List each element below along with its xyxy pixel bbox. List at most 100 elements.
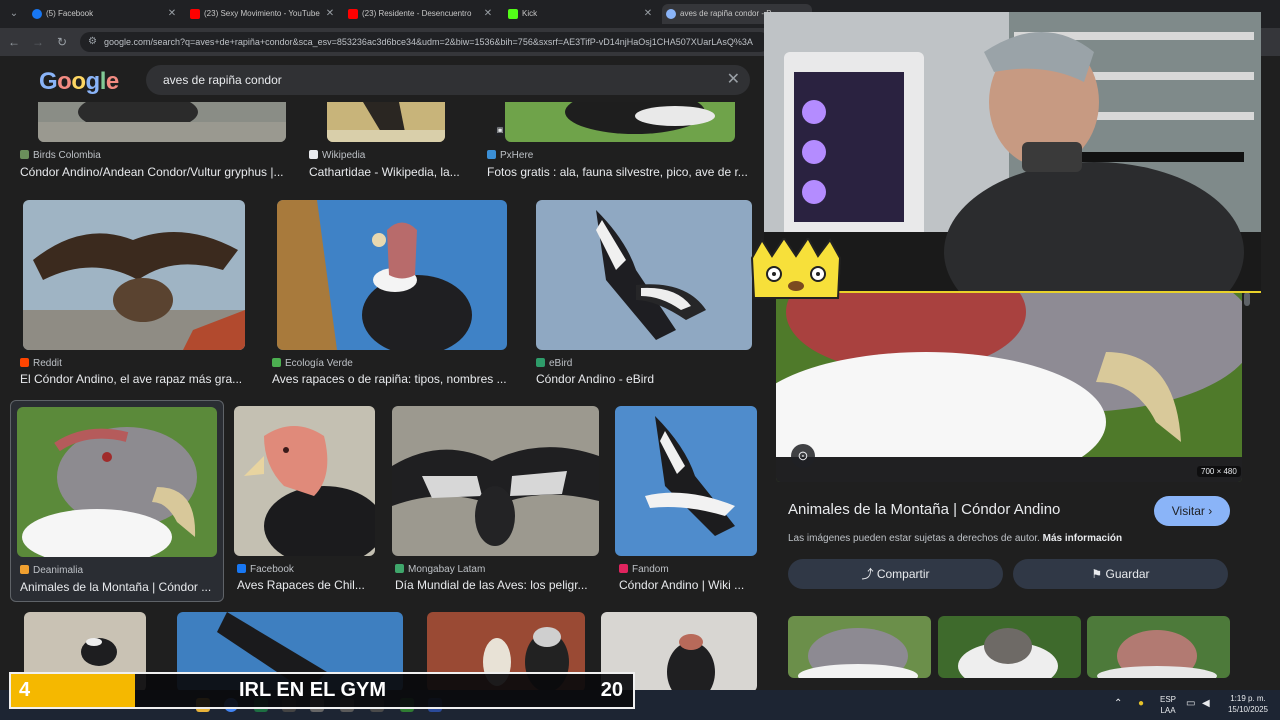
google-logo[interactable]: Google <box>39 68 119 96</box>
tab-search-icon[interactable]: ⌄ <box>6 6 22 22</box>
result-image[interactable] <box>536 200 752 350</box>
result-image[interactable] <box>327 102 445 142</box>
source-favicon <box>20 565 29 574</box>
ebird-icon <box>536 358 545 367</box>
site-info-icon[interactable]: ⚙ <box>88 32 97 52</box>
related-image[interactable] <box>788 616 931 678</box>
image-dimensions: 700 × 480 <box>1197 466 1241 477</box>
result-card[interactable]: eBird Cóndor Andino - eBird <box>536 200 758 390</box>
result-image[interactable] <box>17 407 217 557</box>
save-label: Guardar <box>1105 567 1150 581</box>
search-input[interactable]: aves de rapiña condor ✕ <box>146 65 750 95</box>
result-title[interactable]: Aves rapaces o de rapiña: tipos, nombres… <box>272 372 512 386</box>
goal-count: 4 <box>19 679 31 701</box>
result-source: Deanimalia <box>20 565 83 576</box>
result-card[interactable]: Ecología Verde Aves rapaces o de rapiña:… <box>272 200 518 390</box>
language-indicator[interactable]: ESP LAA <box>1158 694 1178 716</box>
tab-label: (5) Facebook <box>46 9 94 18</box>
goal-progress-fill: 4 <box>11 674 135 707</box>
result-source: eBird <box>536 358 572 369</box>
result-source: Facebook <box>237 564 294 575</box>
close-tab-icon[interactable]: ✕ <box>482 4 494 24</box>
preview-image[interactable] <box>776 292 1242 482</box>
kick-icon <box>508 9 518 19</box>
tab-youtube-2[interactable]: (23) Residente - Desencuentro ✕ <box>344 4 496 24</box>
result-title[interactable]: El Cóndor Andino, el ave rapaz más gra..… <box>20 372 246 386</box>
lens-search-icon[interactable]: ⊙ <box>791 444 815 468</box>
tab-label: (23) Residente - Desencuentro <box>362 9 472 18</box>
microphone-icon[interactable]: ● <box>1138 698 1144 709</box>
result-card[interactable]: Mongabay Latam Día Mundial de las Aves: … <box>392 406 605 596</box>
video-badge-icon: ▣ <box>495 126 505 136</box>
result-card[interactable]: Fandom Cóndor Andino | Wiki ... <box>615 406 759 596</box>
result-image[interactable] <box>615 406 757 556</box>
visit-label: Visitar <box>1171 504 1205 518</box>
facebook-icon <box>32 9 42 19</box>
result-image[interactable] <box>277 200 507 350</box>
result-card[interactable]: Reddit El Cóndor Andino, el ave rapaz má… <box>20 200 266 390</box>
forward-arrow-icon[interactable]: → <box>30 34 46 50</box>
result-title[interactable]: Fotos gratis : ala, fauna silvestre, pic… <box>487 165 753 179</box>
preview-title[interactable]: Animales de la Montaña | Cóndor Andino <box>788 501 1060 518</box>
volume-icon[interactable]: ◀ <box>1202 698 1210 709</box>
result-image[interactable] <box>505 102 735 142</box>
save-button[interactable]: ⚑ Guardar <box>1013 559 1228 589</box>
related-image[interactable] <box>938 616 1081 678</box>
close-tab-icon[interactable]: ✕ <box>324 4 336 24</box>
result-card[interactable]: Birds Colombia Cóndor Andino/Andean Cond… <box>20 102 286 182</box>
share-button[interactable]: ⤴ Compartir <box>788 559 1003 589</box>
reload-icon[interactable]: ↻ <box>54 34 70 50</box>
system-clock[interactable]: 1:19 p. m. 15/10/2025 <box>1222 693 1274 715</box>
google-icon <box>666 9 676 19</box>
wikipedia-icon <box>309 150 318 159</box>
google-header: Google aves de rapiña condor ✕ <box>0 56 765 102</box>
url-field[interactable]: ⚙ google.com/search?q=aves+de+rapiña+con… <box>80 32 770 52</box>
bookmark-icon: ⚑ <box>1091 567 1103 581</box>
related-image[interactable] <box>1087 616 1230 678</box>
share-label: Compartir <box>876 567 930 581</box>
result-card-selected[interactable]: Deanimalia Animales de la Montaña | Cónd… <box>10 400 224 602</box>
result-image[interactable] <box>234 406 375 556</box>
result-image[interactable] <box>392 406 599 556</box>
result-title[interactable]: Cóndor Andino - eBird <box>536 372 752 386</box>
image-results-grid: Birds Colombia Cóndor Andino/Andean Cond… <box>0 102 765 690</box>
tab-kick[interactable]: Kick ✕ <box>504 4 656 24</box>
result-title[interactable]: Cóndor Andino | Wiki ... <box>619 578 755 592</box>
more-info-link[interactable]: Más información <box>1043 533 1122 544</box>
tab-label: (23) Sexy Movimiento - YouTube <box>204 9 320 18</box>
result-card[interactable]: Facebook Aves Rapaces de Chil... <box>234 406 385 596</box>
result-source: Ecología Verde <box>272 358 353 369</box>
result-image[interactable] <box>38 102 286 142</box>
result-title[interactable]: Aves Rapaces de Chil... <box>237 578 375 592</box>
clear-search-icon[interactable]: ✕ <box>727 65 740 95</box>
result-card[interactable]: Wikipedia Cathartidae - Wikipedia, la... <box>309 102 469 182</box>
visit-button[interactable]: Visitar › <box>1154 496 1230 526</box>
back-arrow-icon[interactable]: ← <box>6 34 22 50</box>
result-title[interactable]: Cóndor Andino/Andean Condor/Vultur gryph… <box>20 165 286 179</box>
result-title[interactable]: Animales de la Montaña | Cóndor ... <box>20 580 220 594</box>
clock-time: 1:19 p. m. <box>1230 694 1266 703</box>
result-card[interactable]: ▣ PxHere Fotos gratis : ala, fauna silve… <box>487 102 755 182</box>
keyboard-layout: LAA <box>1160 706 1176 715</box>
tab-facebook[interactable]: (5) Facebook ✕ <box>28 4 180 24</box>
result-image[interactable] <box>23 200 245 350</box>
close-tab-icon[interactable]: ✕ <box>166 4 178 24</box>
tab-label: Kick <box>522 9 538 18</box>
tab-youtube-1[interactable]: (23) Sexy Movimiento - YouTube ✕ <box>186 4 338 24</box>
url-text: google.com/search?q=aves+de+rapiña+condo… <box>104 37 753 47</box>
result-title[interactable]: Cathartidae - Wikipedia, la... <box>309 165 469 179</box>
source-favicon <box>272 358 281 367</box>
share-icon: ⤴ <box>861 567 874 581</box>
network-icon[interactable]: ▭ <box>1186 698 1195 709</box>
result-source: Mongabay Latam <box>395 564 485 575</box>
mascot-sticker <box>746 236 844 302</box>
result-title[interactable]: Día Mundial de las Aves: los peligr... <box>395 578 595 592</box>
tray-overflow-icon[interactable]: ⌃ <box>1114 698 1122 709</box>
panel-scrollbar[interactable] <box>1244 292 1250 690</box>
youtube-icon <box>190 9 200 19</box>
panel-scroll-thumb[interactable] <box>1244 292 1250 306</box>
copyright-notice: Las imágenes pueden estar sujetas a dere… <box>788 533 1122 544</box>
screen: ⌄ (5) Facebook ✕ (23) Sexy Movimiento - … <box>0 0 1280 720</box>
facebook-icon <box>237 564 246 573</box>
close-tab-icon[interactable]: ✕ <box>642 4 654 24</box>
